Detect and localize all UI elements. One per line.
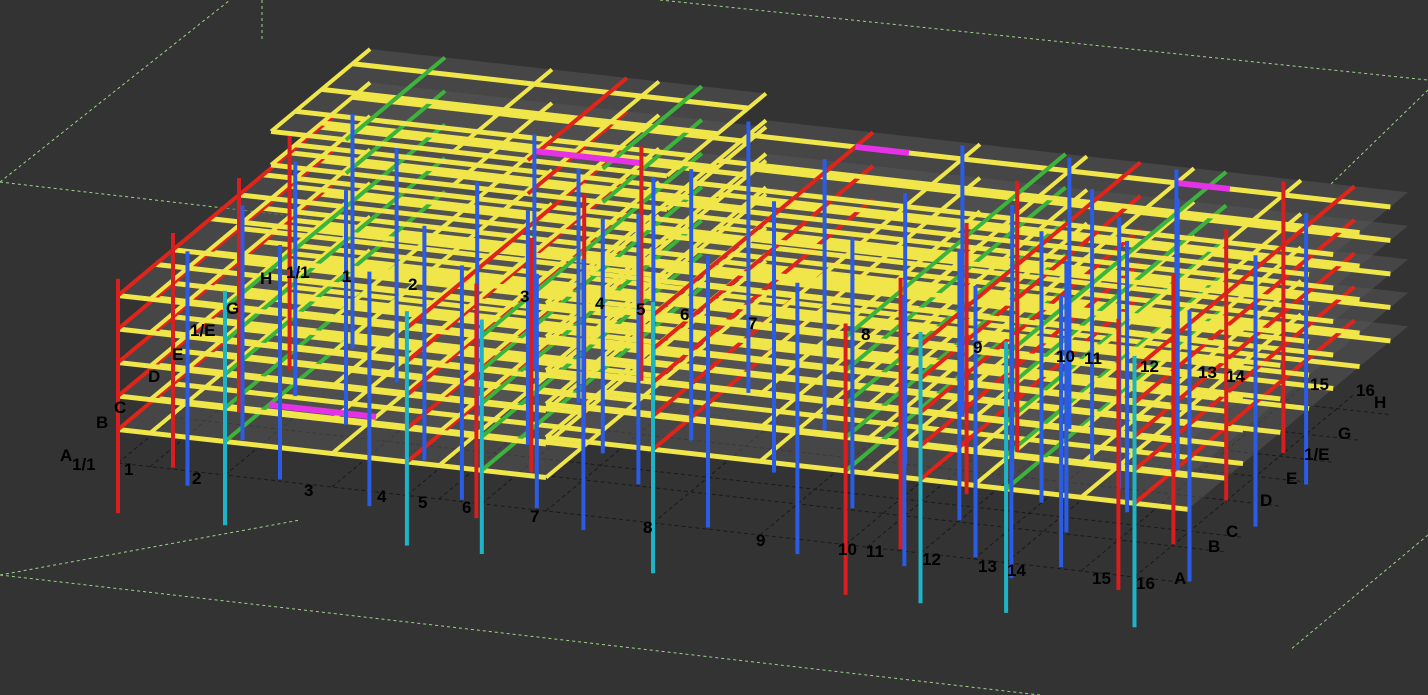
bbox-edge-5 bbox=[1289, 534, 1428, 651]
grid-label-1-1-back: 1/1 bbox=[286, 263, 310, 282]
grid-label-2-front: 2 bbox=[192, 469, 201, 488]
grid-label-14-back: 14 bbox=[1226, 367, 1245, 386]
grid-label-1-E-right: 1/E bbox=[1304, 445, 1330, 464]
bbox-edge-4 bbox=[0, 574, 1041, 695]
grid-label-13-front: 13 bbox=[978, 557, 997, 576]
grid-label-12-front: 12 bbox=[922, 550, 941, 569]
grid-label-E-right: E bbox=[1286, 469, 1297, 488]
grid-label-10-back: 10 bbox=[1056, 347, 1075, 366]
grid-label-B-left: B bbox=[96, 413, 108, 432]
grid-label-9-front: 9 bbox=[756, 531, 765, 550]
grid-label-G-left: G bbox=[226, 299, 239, 318]
grid-label-12-back: 12 bbox=[1140, 357, 1159, 376]
grid-label-2-back: 2 bbox=[408, 275, 417, 294]
grid-label-H-right: H bbox=[1374, 393, 1386, 412]
grid-label-8-front: 8 bbox=[643, 518, 652, 537]
grid-label-3-back: 3 bbox=[520, 287, 529, 306]
grid-label-9-back: 9 bbox=[973, 338, 982, 357]
grid-label-10-front: 10 bbox=[838, 540, 857, 559]
bbox-edge-6 bbox=[1329, 89, 1428, 186]
grid-label-E-left: E bbox=[172, 345, 183, 364]
bbox-edge-2 bbox=[659, 0, 1428, 81]
grid-label-G-right: G bbox=[1338, 424, 1351, 443]
grid-label-1-back: 1 bbox=[342, 267, 351, 286]
grid-label-13-back: 13 bbox=[1198, 363, 1217, 382]
grid-label-7-back: 7 bbox=[748, 314, 757, 333]
structural-model-scene[interactable]: 1/1 1 2 3 4 5 6 7 8 9 10 11 12 13 14 15 … bbox=[0, 0, 1428, 695]
grid-label-11-back: 11 bbox=[1084, 349, 1102, 368]
bbox-edge-3 bbox=[0, 519, 301, 576]
grid-label-5-front: 5 bbox=[418, 493, 427, 512]
grid-label-A-right: A bbox=[1174, 569, 1186, 588]
grid-label-B-right: B bbox=[1208, 537, 1220, 556]
3d-model-viewport[interactable]: 1/1 1 2 3 4 5 6 7 8 9 10 11 12 13 14 15 … bbox=[0, 0, 1428, 695]
grid-label-1-E-left: 1/E bbox=[190, 321, 216, 340]
grid-label-15-front: 15 bbox=[1092, 569, 1111, 588]
grid-label-3-front: 3 bbox=[304, 481, 313, 500]
bbox-edge-0 bbox=[0, 0, 231, 183]
grid-label-14-front: 14 bbox=[1007, 561, 1026, 580]
grid-label-15-back: 15 bbox=[1310, 375, 1329, 394]
grid-label-16-back: 16 bbox=[1356, 381, 1375, 400]
grid-label-4-front: 4 bbox=[377, 487, 387, 506]
grid-label-6-back: 6 bbox=[680, 305, 689, 324]
grid-label-11-front: 11 bbox=[866, 542, 884, 561]
grid-label-8-back: 8 bbox=[861, 325, 870, 344]
grid-label-D-left: D bbox=[148, 367, 160, 386]
grid-label-6-front: 6 bbox=[462, 498, 471, 517]
grid-label-C-right: C bbox=[1226, 522, 1238, 541]
grid-label-1-front: 1 bbox=[124, 460, 133, 479]
grid-label-4-back: 4 bbox=[595, 294, 605, 313]
grid-label-16-front: 16 bbox=[1136, 574, 1155, 593]
grid-label-5-back: 5 bbox=[636, 300, 645, 319]
grid-label-C-left: C bbox=[114, 398, 126, 417]
grid-label-D-right: D bbox=[1260, 491, 1272, 510]
grid-label-7-front: 7 bbox=[530, 507, 539, 526]
grid-label-H-left: H bbox=[260, 269, 272, 288]
grid-label-1-1-front: 1/1 bbox=[72, 455, 96, 474]
grid-label-A-left: A bbox=[60, 446, 72, 465]
